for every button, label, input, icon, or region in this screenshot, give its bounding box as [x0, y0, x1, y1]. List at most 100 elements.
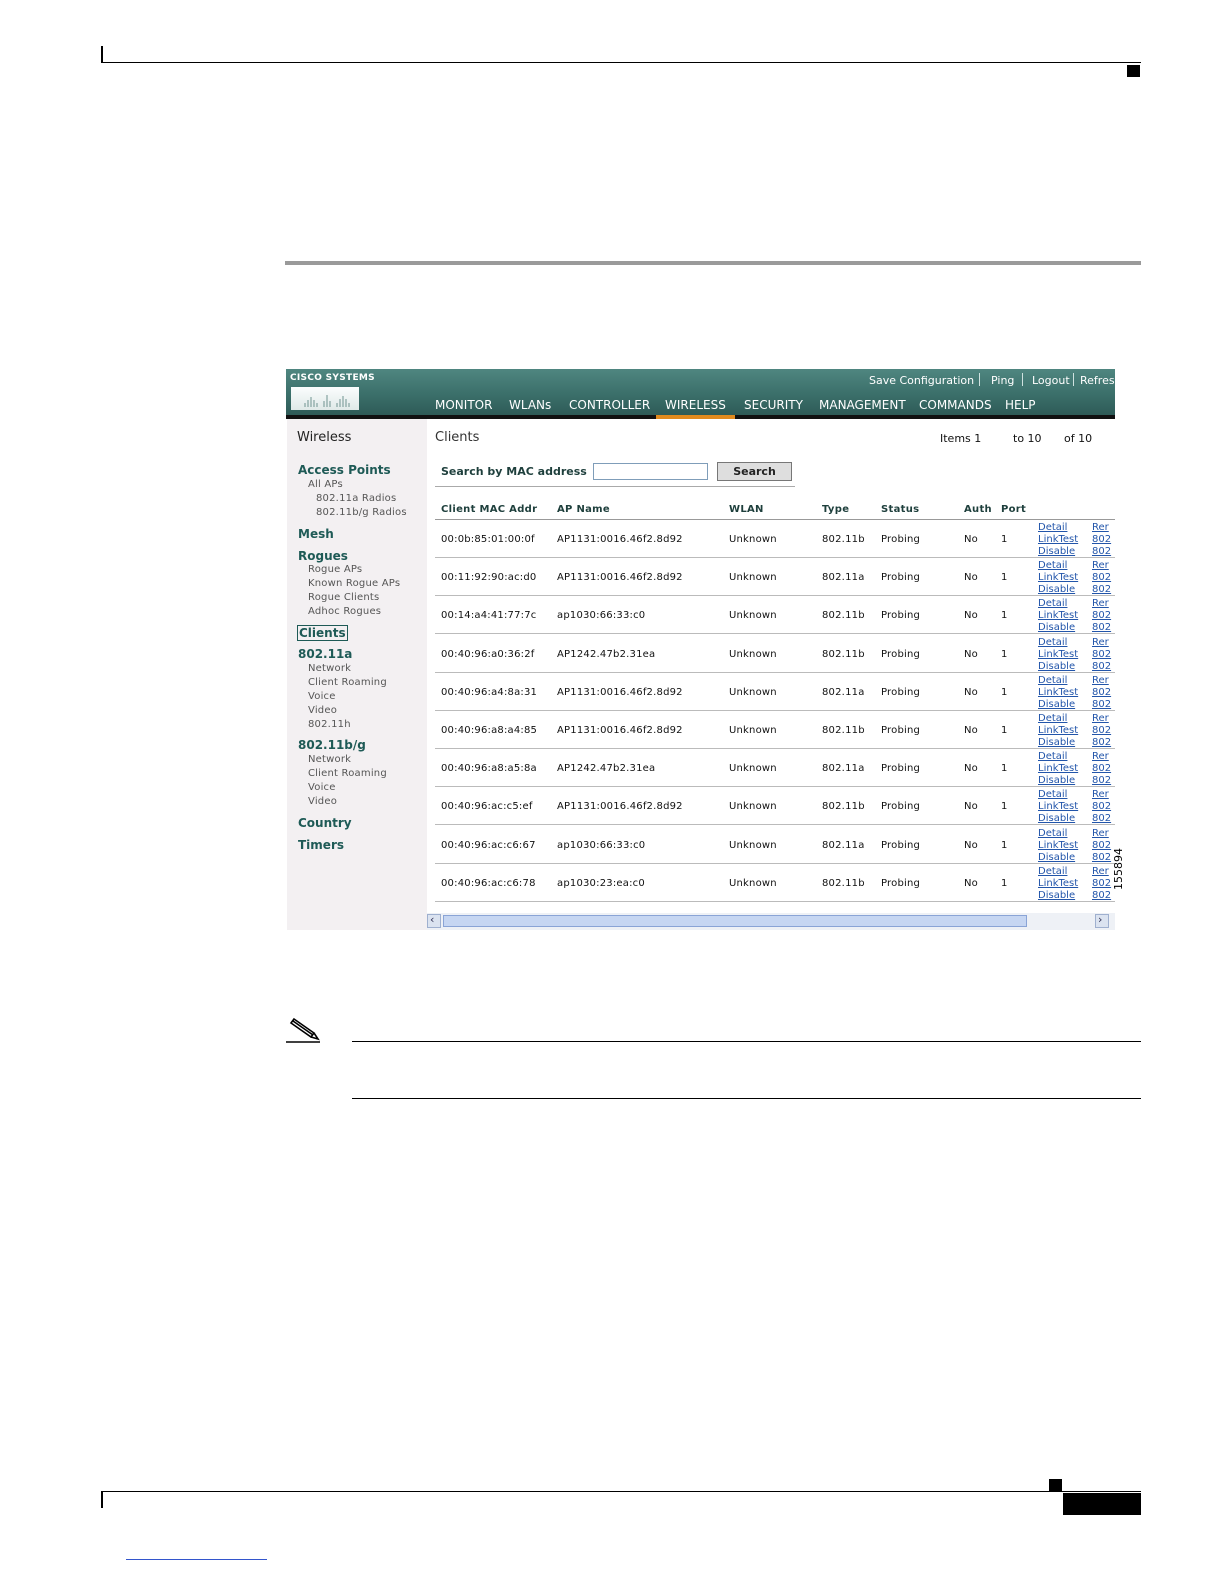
disable-link[interactable]: Disable: [1038, 737, 1075, 748]
sidebar-a-80211h[interactable]: 802.11h: [308, 719, 351, 730]
horizontal-scrollbar[interactable]: ‹ ›: [427, 913, 1115, 930]
80211-link[interactable]: 802: [1092, 546, 1111, 557]
linktest-link[interactable]: LinkTest: [1038, 649, 1078, 660]
80211-link[interactable]: 802: [1092, 813, 1111, 824]
disable-link[interactable]: Disable: [1038, 775, 1075, 786]
sidebar-a-network[interactable]: Network: [308, 663, 351, 674]
nav-commands[interactable]: COMMANDS: [919, 398, 992, 412]
detail-link[interactable]: Detail: [1038, 675, 1067, 686]
80211-link[interactable]: 802: [1092, 699, 1111, 710]
disable-link[interactable]: Disable: [1038, 890, 1075, 901]
sidebar-bg-network[interactable]: Network: [308, 754, 351, 765]
linktest-link[interactable]: LinkTest: [1038, 572, 1078, 583]
sidebar-all-aps[interactable]: All APs: [308, 479, 343, 490]
linktest-link[interactable]: LinkTest: [1038, 725, 1078, 736]
sidebar-80211a[interactable]: 802.11a: [298, 647, 352, 661]
80211-link[interactable]: 802: [1092, 572, 1111, 583]
remove-link[interactable]: Rer: [1092, 789, 1109, 800]
linktest-link[interactable]: LinkTest: [1038, 763, 1078, 774]
80211-link[interactable]: 802: [1092, 661, 1111, 672]
80211-link[interactable]: 802: [1092, 610, 1111, 621]
detail-link[interactable]: Detail: [1038, 522, 1067, 533]
detail-link[interactable]: Detail: [1038, 866, 1067, 877]
detail-link[interactable]: Detail: [1038, 828, 1067, 839]
remove-link[interactable]: Rer: [1092, 560, 1109, 571]
disable-link[interactable]: Disable: [1038, 546, 1075, 557]
detail-link[interactable]: Detail: [1038, 751, 1067, 762]
disable-link[interactable]: Disable: [1038, 622, 1075, 633]
remove-link[interactable]: Rer: [1092, 637, 1109, 648]
remove-link[interactable]: Rer: [1092, 713, 1109, 724]
nav-help[interactable]: HELP: [1005, 398, 1036, 412]
detail-link[interactable]: Detail: [1038, 598, 1067, 609]
search-mac-input[interactable]: [593, 463, 708, 480]
footer-link-underline[interactable]: [126, 1559, 267, 1560]
sidebar-timers[interactable]: Timers: [298, 838, 344, 852]
nav-wlans[interactable]: WLANs: [509, 398, 551, 412]
disable-link[interactable]: Disable: [1038, 699, 1075, 710]
scroll-thumb[interactable]: [443, 915, 1027, 927]
logout-link[interactable]: Logout: [1032, 374, 1070, 387]
remove-link[interactable]: Rer: [1092, 866, 1109, 877]
80211-link[interactable]: 802: [1092, 801, 1111, 812]
sidebar-country[interactable]: Country: [298, 816, 352, 830]
disable-link[interactable]: Disable: [1038, 661, 1075, 672]
sidebar-a-video[interactable]: Video: [308, 705, 337, 716]
sidebar-mesh[interactable]: Mesh: [298, 527, 334, 541]
nav-monitor[interactable]: MONITOR: [435, 398, 492, 412]
80211-link[interactable]: 802: [1092, 534, 1111, 545]
detail-link[interactable]: Detail: [1038, 789, 1067, 800]
sidebar-adhoc-rogues[interactable]: Adhoc Rogues: [308, 606, 381, 617]
sidebar-rogue-aps[interactable]: Rogue APs: [308, 564, 362, 575]
disable-link[interactable]: Disable: [1038, 852, 1075, 863]
ping-link[interactable]: Ping: [991, 374, 1014, 387]
80211-link[interactable]: 802: [1092, 775, 1111, 786]
sidebar-a-client-roaming[interactable]: Client Roaming: [308, 677, 387, 688]
refresh-link[interactable]: Refres: [1080, 374, 1115, 387]
sidebar-known-rogue-aps[interactable]: Known Rogue APs: [308, 578, 400, 589]
80211-link[interactable]: 802: [1092, 852, 1111, 863]
sidebar-a-voice[interactable]: Voice: [308, 691, 336, 702]
remove-link[interactable]: Rer: [1092, 828, 1109, 839]
sidebar-bg-video[interactable]: Video: [308, 796, 337, 807]
sidebar-80211bg-radios[interactable]: 802.11b/g Radios: [316, 507, 407, 518]
sidebar-bg-voice[interactable]: Voice: [308, 782, 336, 793]
remove-link[interactable]: Rer: [1092, 751, 1109, 762]
80211-link[interactable]: 802: [1092, 649, 1111, 660]
nav-wireless[interactable]: WIRELESS: [665, 398, 726, 412]
sidebar-bg-client-roaming[interactable]: Client Roaming: [308, 768, 387, 779]
80211-link[interactable]: 802: [1092, 737, 1111, 748]
sidebar-rogue-clients[interactable]: Rogue Clients: [308, 592, 379, 603]
nav-security[interactable]: SECURITY: [744, 398, 803, 412]
sidebar-80211bg[interactable]: 802.11b/g: [298, 738, 366, 752]
linktest-link[interactable]: LinkTest: [1038, 687, 1078, 698]
linktest-link[interactable]: LinkTest: [1038, 840, 1078, 851]
search-button[interactable]: Search: [717, 462, 792, 481]
remove-link[interactable]: Rer: [1092, 675, 1109, 686]
scroll-left-button[interactable]: ‹: [427, 913, 441, 928]
detail-link[interactable]: Detail: [1038, 637, 1067, 648]
sidebar-access-points[interactable]: Access Points: [298, 463, 391, 477]
linktest-link[interactable]: LinkTest: [1038, 878, 1078, 889]
linktest-link[interactable]: LinkTest: [1038, 801, 1078, 812]
detail-link[interactable]: Detail: [1038, 560, 1067, 571]
80211-link[interactable]: 802: [1092, 763, 1111, 774]
disable-link[interactable]: Disable: [1038, 584, 1075, 595]
remove-link[interactable]: Rer: [1092, 522, 1109, 533]
scroll-right-button[interactable]: ›: [1095, 913, 1109, 928]
80211-link[interactable]: 802: [1092, 890, 1111, 901]
sidebar-80211a-radios[interactable]: 802.11a Radios: [316, 493, 396, 504]
sidebar-clients[interactable]: Clients: [297, 625, 348, 641]
remove-link[interactable]: Rer: [1092, 598, 1109, 609]
nav-controller[interactable]: CONTROLLER: [569, 398, 650, 412]
disable-link[interactable]: Disable: [1038, 813, 1075, 824]
linktest-link[interactable]: LinkTest: [1038, 534, 1078, 545]
80211-link[interactable]: 802: [1092, 878, 1111, 889]
save-configuration-link[interactable]: Save Configuration: [869, 374, 974, 387]
80211-link[interactable]: 802: [1092, 840, 1111, 851]
detail-link[interactable]: Detail: [1038, 713, 1067, 724]
80211-link[interactable]: 802: [1092, 687, 1111, 698]
sidebar-rogues[interactable]: Rogues: [298, 549, 348, 563]
80211-link[interactable]: 802: [1092, 584, 1111, 595]
80211-link[interactable]: 802: [1092, 725, 1111, 736]
